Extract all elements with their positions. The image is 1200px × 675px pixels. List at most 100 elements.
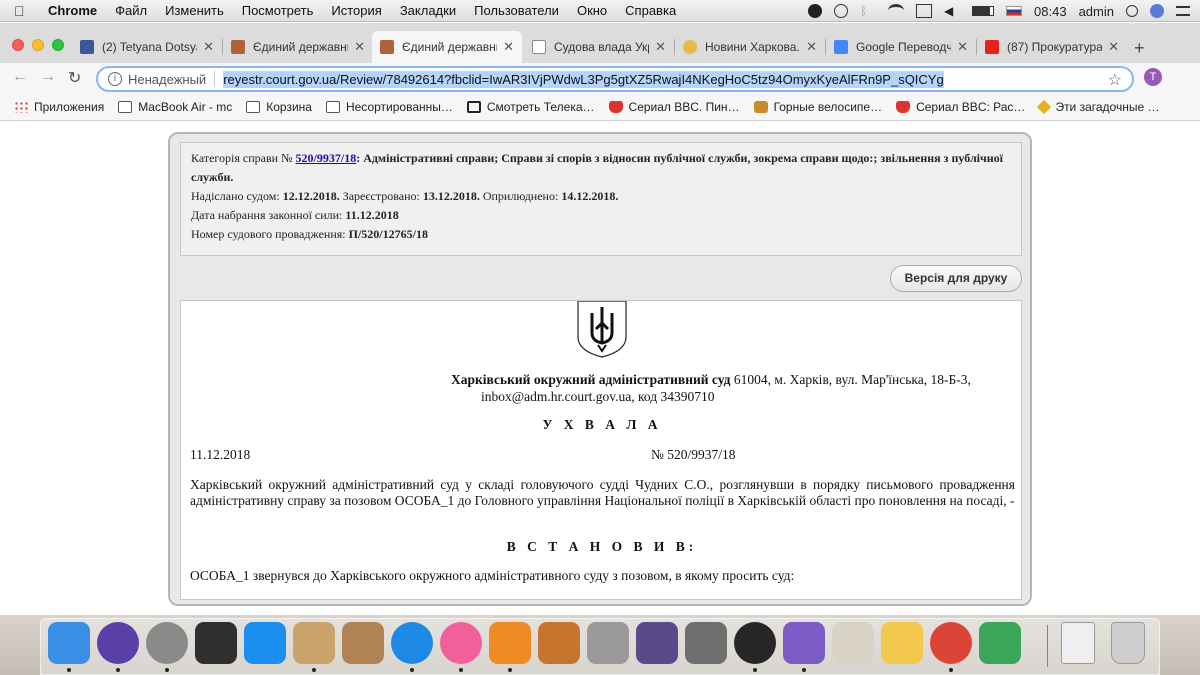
- minimize-window-button[interactable]: [32, 39, 44, 51]
- close-tab-icon[interactable]: ✕: [655, 39, 666, 55]
- flag-ru-icon[interactable]: [1006, 6, 1023, 16]
- decision-intro: Харківський окружний адміністративний су…: [190, 477, 1015, 508]
- clock-time[interactable]: 08:43: [1034, 4, 1067, 19]
- bluetooth-icon[interactable]: ᛒ: [860, 4, 876, 18]
- bookmark-star-icon[interactable]: ☆: [1108, 70, 1122, 90]
- close-tab-icon[interactable]: ✕: [957, 39, 968, 55]
- case-category: Категорія справи № 520/9937/18: Адмініст…: [191, 149, 1011, 187]
- tab-youtube[interactable]: (87) Прокуратура ✕: [977, 31, 1127, 63]
- menu-view[interactable]: Посмотреть: [242, 3, 314, 18]
- zoom-window-button[interactable]: [52, 39, 64, 51]
- security-status[interactable]: Ненадежный: [128, 72, 206, 87]
- preview-icon[interactable]: [832, 622, 874, 664]
- tab-title: Єдиний державни: [253, 40, 349, 54]
- mail-icon[interactable]: [293, 622, 335, 664]
- siri-icon[interactable]: [97, 622, 139, 664]
- print-version-button[interactable]: Версія для друку: [890, 265, 1022, 292]
- info-icon[interactable]: i: [108, 72, 122, 86]
- keynote-icon[interactable]: [538, 622, 580, 664]
- forward-arrow-icon[interactable]: →: [40, 68, 56, 86]
- tab-reyestr-1[interactable]: Єдиний державни ✕: [223, 31, 373, 63]
- tab-reyestr-active[interactable]: Єдиний державни ✕: [372, 31, 522, 63]
- bookmark-bbc[interactable]: Сериал BBC: Рас…: [896, 100, 1025, 114]
- news-icon: [683, 40, 697, 54]
- tab-title: Судова влада Укр: [554, 40, 650, 54]
- finder-icon[interactable]: [48, 622, 90, 664]
- close-tab-icon[interactable]: ✕: [503, 39, 514, 55]
- bookmark-label: Смотреть Телека…: [486, 99, 595, 114]
- bookmark-folder[interactable]: Несортированны…: [325, 100, 453, 114]
- volume-icon[interactable]: ◀: [944, 4, 960, 18]
- running-indicator: [410, 668, 414, 672]
- bookmark-bikes[interactable]: Горные велосипе…: [753, 100, 882, 114]
- running-indicator: [802, 668, 806, 672]
- bookmark-bbc[interactable]: Сериал BBC. Пин…: [608, 99, 740, 114]
- back-arrow-icon[interactable]: ←: [12, 68, 28, 86]
- url-text[interactable]: reyestr.court.gov.ua/Review/78492614?fbc…: [223, 70, 944, 88]
- menu-app-name[interactable]: Chrome: [48, 3, 97, 18]
- case-number-link[interactable]: 520/9937/18: [296, 151, 357, 165]
- numbers-icon[interactable]: [979, 622, 1021, 664]
- document-icon[interactable]: [1061, 622, 1095, 664]
- close-tab-icon[interactable]: ✕: [806, 39, 817, 55]
- search-icon[interactable]: [1126, 5, 1138, 17]
- profile-avatar[interactable]: T: [1144, 68, 1162, 86]
- close-tab-icon[interactable]: ✕: [1108, 39, 1119, 55]
- case-dates: Надіслано судом: 12.12.2018. Зареєстрова…: [191, 187, 1011, 206]
- user-name[interactable]: admin: [1079, 4, 1114, 19]
- bookmark-folder[interactable]: MacBook Air - mc: [118, 100, 232, 114]
- itunes-icon[interactable]: [440, 622, 482, 664]
- close-window-button[interactable]: [12, 39, 24, 51]
- tab-judiciary[interactable]: Судова влада Укр ✕: [524, 31, 674, 63]
- bookmark-mystery[interactable]: Эти загадочные …: [1037, 99, 1159, 114]
- close-tab-icon[interactable]: ✕: [354, 39, 365, 55]
- airplay-icon[interactable]: [916, 4, 933, 18]
- app-store-icon[interactable]: [244, 622, 286, 664]
- menu-history[interactable]: История: [331, 3, 381, 18]
- translate-icon: [834, 40, 848, 54]
- launchpad-icon[interactable]: [146, 622, 188, 664]
- viber-icon[interactable]: [783, 622, 825, 664]
- bookmark-apps[interactable]: Приложения: [14, 100, 104, 114]
- photos-icon[interactable]: [881, 622, 923, 664]
- running-indicator: [165, 668, 169, 672]
- reload-icon[interactable]: ↻: [68, 68, 81, 88]
- bookmark-tv[interactable]: Смотреть Телека…: [466, 99, 595, 114]
- contacts-icon[interactable]: [342, 622, 384, 664]
- no-entry-icon[interactable]: [587, 622, 629, 664]
- chrome-icon[interactable]: [930, 622, 972, 664]
- close-tab-icon[interactable]: ✕: [203, 39, 214, 55]
- mission-control-icon[interactable]: [195, 622, 237, 664]
- menu-help[interactable]: Справка: [625, 3, 676, 18]
- viber-icon[interactable]: [808, 4, 823, 18]
- tab-kharkiv-news[interactable]: Новини Харкова. ✕: [675, 31, 825, 63]
- menu-people[interactable]: Пользователи: [474, 3, 559, 18]
- menu-list-icon[interactable]: [1176, 6, 1190, 16]
- apps-grid-icon: [14, 100, 28, 113]
- tab-google-translate[interactable]: Google Переводч ✕: [826, 31, 976, 63]
- menu-edit[interactable]: Изменить: [165, 3, 224, 18]
- quill-icon[interactable]: [636, 622, 678, 664]
- new-tab-button[interactable]: +: [1134, 38, 1145, 59]
- wifi-icon[interactable]: [888, 4, 905, 18]
- bookmark-folder[interactable]: Корзина: [246, 100, 312, 114]
- running-indicator: [312, 668, 316, 672]
- bike-icon: [753, 100, 768, 113]
- user-avatar-icon[interactable]: [1150, 4, 1164, 18]
- history-icon[interactable]: [834, 4, 849, 18]
- address-bar[interactable]: i Ненадежный reyestr.court.gov.ua/Review…: [96, 66, 1134, 92]
- bookmark-label: Сериал BBC. Пин…: [628, 99, 740, 114]
- safari-icon[interactable]: [391, 622, 433, 664]
- case-metadata: Категорія справи № 520/9937/18: Адмініст…: [180, 142, 1022, 256]
- tab-facebook[interactable]: (2) Tetyana Dotsya ✕: [72, 31, 222, 63]
- menu-window[interactable]: Окно: [577, 3, 607, 18]
- battery-icon[interactable]: [972, 6, 995, 16]
- apple-icon[interactable]: : [14, 3, 34, 19]
- ibooks-icon[interactable]: [489, 622, 531, 664]
- menu-bookmarks[interactable]: Закладки: [400, 3, 456, 18]
- menu-file[interactable]: Файл: [115, 3, 147, 18]
- running-indicator: [949, 668, 953, 672]
- podcasts-icon[interactable]: [734, 622, 776, 664]
- trash-icon[interactable]: [1111, 622, 1145, 664]
- disk-utility-icon[interactable]: [685, 622, 727, 664]
